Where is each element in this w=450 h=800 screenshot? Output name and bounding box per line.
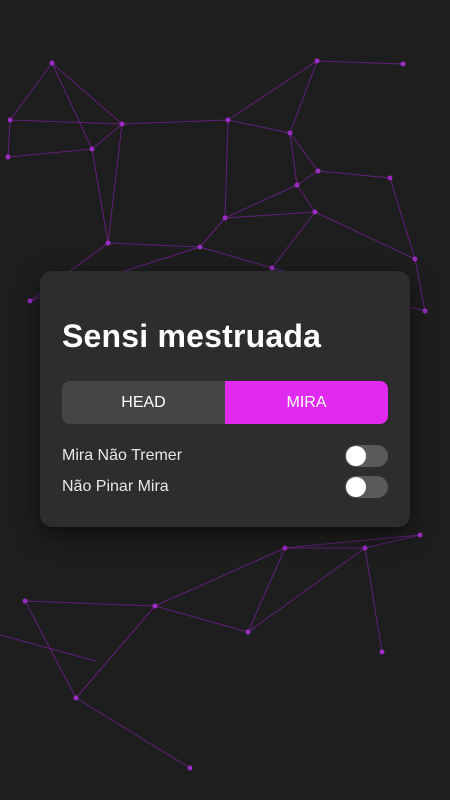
network-node	[225, 117, 231, 123]
tab-bar: HEAD MIRA	[62, 381, 388, 424]
mira-nao-tremer-toggle[interactable]	[345, 445, 388, 467]
network-node	[282, 545, 288, 551]
network-edge	[107, 123, 123, 244]
option-label: Não Pinar Mira	[62, 478, 169, 495]
network-edge	[364, 534, 421, 549]
network-edge	[284, 534, 421, 549]
network-node	[422, 308, 428, 314]
network-edge	[224, 211, 316, 219]
network-node	[7, 117, 13, 123]
network-node	[312, 209, 318, 215]
network-edge	[24, 600, 77, 699]
toggle-knob	[346, 477, 366, 497]
network-node	[187, 765, 193, 771]
network-edge	[316, 60, 404, 65]
network-edge	[9, 62, 53, 121]
network-node	[400, 61, 406, 67]
tab-mira[interactable]: MIRA	[225, 381, 388, 424]
network-edge	[24, 600, 156, 607]
network-edge	[389, 177, 416, 260]
network-edge	[9, 119, 123, 125]
network-node	[269, 265, 275, 271]
panel-title: Sensi mestruada	[62, 318, 322, 354]
network-edge	[247, 547, 366, 633]
network-node	[152, 603, 158, 609]
network-edge	[154, 605, 249, 633]
network-edge	[271, 211, 316, 269]
network-node	[362, 545, 368, 551]
network-edge	[296, 170, 319, 186]
network-edge	[91, 148, 109, 244]
network-edge	[224, 119, 229, 219]
network-node	[5, 154, 11, 160]
network-edge	[75, 697, 191, 769]
network-edge	[227, 119, 291, 134]
network-edge	[75, 605, 156, 699]
network-edge	[199, 246, 273, 269]
network-node	[245, 629, 251, 635]
network-node	[387, 175, 393, 181]
toggle-knob	[346, 446, 366, 466]
network-node	[27, 298, 33, 304]
network-edge	[289, 60, 318, 134]
nao-pinar-mira-toggle[interactable]	[345, 476, 388, 498]
network-edge	[247, 547, 286, 633]
network-edge	[154, 547, 286, 607]
network-node	[73, 695, 79, 701]
network-edge	[51, 62, 93, 150]
network-edge	[7, 148, 93, 158]
network-edge	[317, 170, 391, 179]
network-node	[294, 182, 300, 188]
network-node	[222, 215, 228, 221]
network-node	[49, 60, 55, 66]
network-node	[379, 649, 385, 655]
network-node	[314, 58, 320, 64]
network-edge	[107, 242, 201, 248]
network-node	[315, 168, 321, 174]
network-edge	[314, 211, 416, 260]
network-node	[22, 598, 28, 604]
network-edge	[7, 119, 11, 158]
network-node	[197, 244, 203, 250]
network-edge	[199, 217, 226, 248]
network-node	[287, 130, 293, 136]
network-node	[89, 146, 95, 152]
network-node	[105, 240, 111, 246]
option-nao-pinar-mira: Não Pinar Mira	[62, 475, 388, 499]
network-node	[417, 532, 423, 538]
network-node	[412, 256, 418, 262]
option-label: Mira Não Tremer	[62, 447, 183, 464]
network-edge	[296, 184, 316, 213]
network-edge	[364, 547, 383, 653]
network-edge	[121, 119, 229, 125]
network-edge	[224, 184, 298, 219]
option-mira-nao-tremer: Mira Não Tremer	[62, 444, 388, 468]
network-edge	[51, 62, 123, 125]
network-edge	[227, 60, 318, 121]
settings-panel: Sensi mestruada HEAD MIRA Mira Não Treme…	[40, 271, 410, 527]
tab-head[interactable]: HEAD	[62, 381, 225, 424]
network-node	[119, 121, 125, 127]
network-edge	[414, 258, 426, 312]
network-edge	[91, 123, 123, 150]
app-screen: Sensi mestruada HEAD MIRA Mira Não Treme…	[0, 0, 450, 800]
